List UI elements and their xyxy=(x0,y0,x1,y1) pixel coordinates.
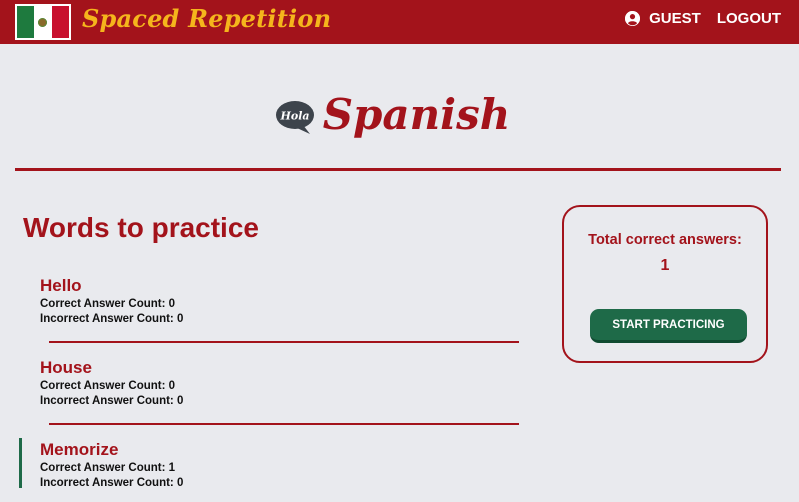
correct-count: Correct Answer Count: 0 xyxy=(40,380,176,392)
incorrect-count: Incorrect Answer Count: 0 xyxy=(40,313,184,325)
summary-card: Total correct answers: 1 START PRACTICIN… xyxy=(562,205,768,363)
logout-link[interactable]: LOGOUT xyxy=(717,10,781,27)
app-brand-link[interactable]: Spaced Repetition xyxy=(82,4,331,33)
incorrect-count: Incorrect Answer Count: 0 xyxy=(40,395,184,407)
speech-bubble-icon: Hola xyxy=(275,101,314,134)
mexico-flag-icon xyxy=(15,4,71,40)
correct-count: Correct Answer Count: 0 xyxy=(40,298,176,310)
word-list-item: Hello Correct Answer Count: 0 Incorrect … xyxy=(40,276,520,327)
guest-user-label: GUEST xyxy=(649,10,701,27)
total-correct-value: 1 xyxy=(660,257,670,274)
start-practicing-button[interactable]: START PRACTICING xyxy=(590,309,747,343)
language-heading: Hola Spanish xyxy=(0,94,799,136)
word-list-item: House Correct Answer Count: 0 Incorrect … xyxy=(40,358,520,409)
word-label: Memorize xyxy=(40,440,119,459)
heading-divider xyxy=(15,168,781,171)
language-title: Spanish xyxy=(322,90,511,139)
incorrect-count: Incorrect Answer Count: 0 xyxy=(40,477,184,489)
bubble-text: Hola xyxy=(279,110,309,123)
word-label: House xyxy=(40,358,92,377)
word-label: Hello xyxy=(40,276,82,295)
top-nav-bar: Spaced Repetition GUEST LOGOUT xyxy=(0,0,799,44)
word-divider xyxy=(49,341,519,343)
word-divider xyxy=(49,423,519,425)
word-list-item: Memorize Correct Answer Count: 1 Incorre… xyxy=(40,440,520,491)
user-nav: GUEST LOGOUT xyxy=(625,10,781,27)
active-item-indicator xyxy=(19,438,22,488)
user-circle-icon xyxy=(625,11,641,26)
correct-count: Correct Answer Count: 1 xyxy=(40,462,176,474)
total-correct-label: Total correct answers: xyxy=(588,232,742,248)
words-section-title: Words to practice xyxy=(23,212,259,243)
